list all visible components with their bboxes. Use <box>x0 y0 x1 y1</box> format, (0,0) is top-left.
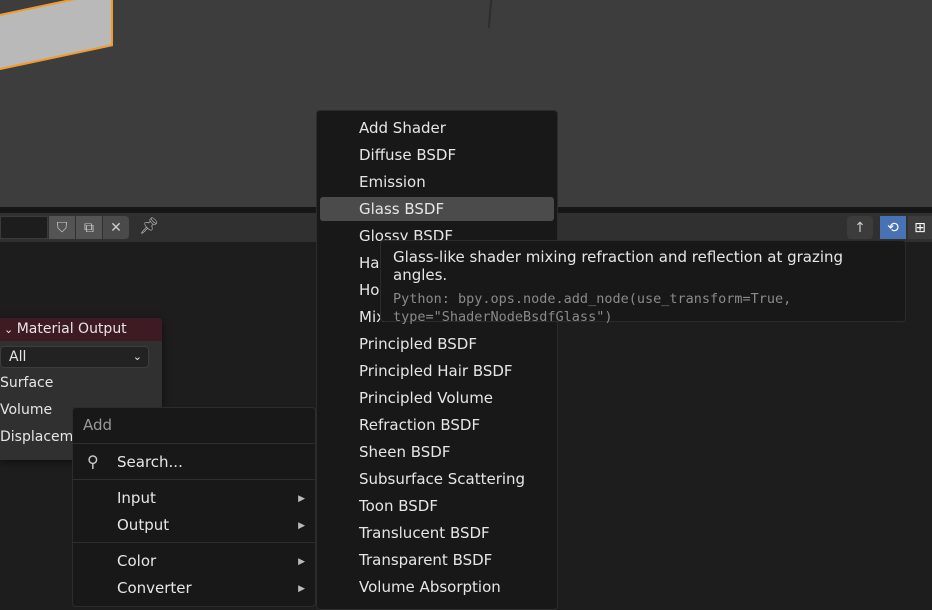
tooltip-python: Python: bpy.ops.node.add_node(use_transf… <box>393 291 792 325</box>
submenu-arrow-icon: ▶ <box>298 584 305 594</box>
tooltip: Glass-like shader mixing refraction and … <box>380 240 906 325</box>
divider <box>73 479 317 480</box>
menu-item-transparent-bsdf[interactable]: Transparent BSDF <box>359 551 492 569</box>
shader-submenu: Add Shader Diffuse BSDF Emission Glass BSDF… <box>316 110 558 610</box>
socket-surface[interactable]: Surface <box>0 375 53 391</box>
node-title: Material Output <box>16 321 127 337</box>
duplicate-material-icon[interactable]: ⧉ <box>76 216 102 239</box>
menu-title: Add <box>83 416 113 434</box>
chevron-down-icon: ⌄ <box>132 350 142 363</box>
menu-item-converter[interactable]: Converter <box>117 579 192 597</box>
tooltip-description: Glass-like shader mixing refraction and … <box>393 248 844 284</box>
target-select[interactable]: All ⌄ <box>0 346 149 368</box>
node-header[interactable]: ⌄ Material Output <box>0 318 162 341</box>
menu-item-refraction-bsdf[interactable]: Refraction BSDF <box>359 416 480 434</box>
menu-item-toon-bsdf[interactable]: Toon BSDF <box>359 497 438 515</box>
menu-item-principled-volume[interactable]: Principled Volume <box>359 389 493 407</box>
divider <box>73 443 317 444</box>
menu-item-input[interactable]: Input <box>117 489 156 507</box>
menu-item-emission[interactable]: Emission <box>359 173 426 191</box>
viewport-edge <box>487 0 493 29</box>
menu-item-diffuse-bsdf[interactable]: Diffuse BSDF <box>359 146 456 164</box>
menu-item-subsurface-scattering[interactable]: Subsurface Scattering <box>359 470 525 488</box>
selected-object[interactable] <box>0 0 113 75</box>
parent-node-tree-up-icon[interactable]: ↑ <box>847 216 873 239</box>
pin-icon[interactable]: 📌︎ <box>139 216 159 235</box>
menu-item-translucent-bsdf[interactable]: Translucent BSDF <box>359 524 490 542</box>
fake-user-shield-icon[interactable]: ⛉ <box>49 216 75 239</box>
submenu-arrow-icon: ▶ <box>298 557 305 567</box>
submenu-arrow-icon: ▶ <box>298 521 305 531</box>
menu-item-output[interactable]: Output <box>117 516 169 534</box>
menu-item-volume-absorption[interactable]: Volume Absorption <box>359 578 501 596</box>
collapse-chevron-icon[interactable]: ⌄ <box>4 323 17 336</box>
divider <box>73 542 317 543</box>
grid-snap-icon[interactable]: ⊞ <box>908 216 932 239</box>
search-icon: ⚲ <box>87 452 99 471</box>
submenu-arrow-icon: ▶ <box>298 494 305 504</box>
unlink-close-icon[interactable]: ✕ <box>103 216 129 239</box>
menu-item-sheen-bsdf[interactable]: Sheen BSDF <box>359 443 451 461</box>
menu-item-principled-hair-bsdf[interactable]: Principled Hair BSDF <box>359 362 513 380</box>
menu-item-add-shader[interactable]: Add Shader <box>359 119 446 137</box>
menu-item-color[interactable]: Color <box>117 552 156 570</box>
search-item[interactable]: Search... <box>117 453 183 471</box>
target-value: All <box>9 349 27 365</box>
menu-item-principled-bsdf[interactable]: Principled BSDF <box>359 335 477 353</box>
menu-item-glass-bsdf[interactable]: Glass BSDF <box>359 200 444 218</box>
add-menu: Add ⚲ Search... Input ▶ Output ▶ Color ▶… <box>72 407 317 607</box>
socket-volume[interactable]: Volume <box>0 402 52 418</box>
material-name-field[interactable] <box>0 216 48 239</box>
snap-toggle-icon[interactable]: ⟲ <box>880 216 906 239</box>
